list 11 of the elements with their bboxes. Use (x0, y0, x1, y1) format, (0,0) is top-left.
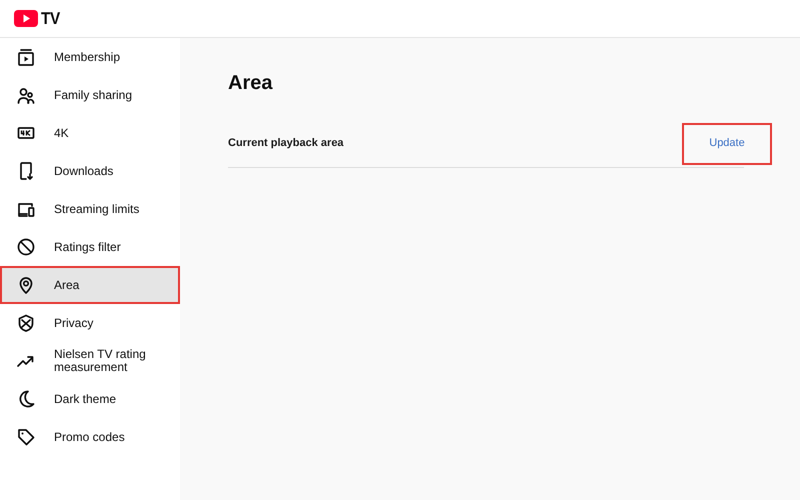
people-icon (16, 85, 36, 105)
setting-label: Current playback area (228, 136, 344, 152)
logo-text: TV (41, 8, 60, 30)
tag-icon (16, 427, 36, 447)
membership-icon (16, 47, 36, 67)
page-title: Area (228, 71, 274, 96)
shield-icon (16, 313, 36, 333)
update-button[interactable]: Update (682, 122, 772, 164)
play-logo-icon (14, 10, 38, 27)
sidebar-item[interactable]: Area (0, 266, 180, 304)
blocked-icon (16, 237, 36, 257)
